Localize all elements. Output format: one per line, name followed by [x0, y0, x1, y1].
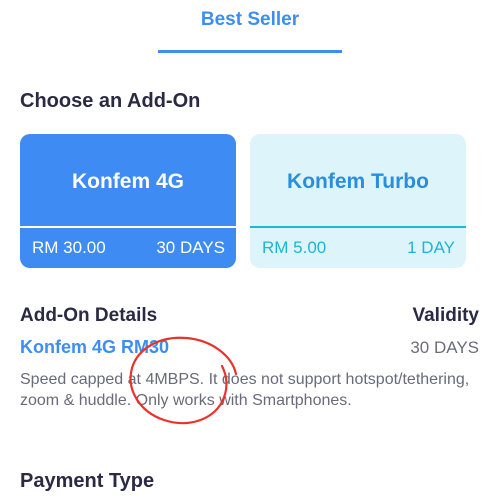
tab-active-indicator	[158, 50, 342, 53]
addon-card-days: 1 DAY	[407, 238, 455, 257]
card-divider	[250, 226, 466, 228]
addon-card-name: Konfem 4G	[71, 170, 184, 193]
addon-card-konfem-4g[interactable]: Konfem 4G RM 30.00 30 DAYS	[20, 134, 236, 268]
validity-value: 30 DAYS	[410, 338, 479, 357]
addon-card-days: 30 DAYS	[156, 238, 225, 257]
payment-type-title: Payment Type	[20, 470, 155, 492]
addon-card-price: RM 5.00	[262, 238, 327, 257]
addon-details-name: Konfem 4G RM30	[20, 337, 170, 357]
tab-label: Best Seller	[200, 9, 300, 30]
tab-best-seller[interactable]: Best Seller	[158, 0, 342, 54]
addon-card-price: RM 30.00	[32, 238, 106, 257]
addon-description: Speed capped at 4MBPS. It does not suppo…	[20, 371, 470, 409]
addon-card-name: Konfem Turbo	[287, 170, 429, 193]
validity-heading: Validity	[412, 305, 479, 326]
choose-addon-title: Choose an Add-On	[20, 90, 201, 112]
addon-details-heading: Add-On Details	[20, 305, 158, 326]
card-divider	[20, 226, 236, 228]
addon-card-konfem-turbo[interactable]: Konfem Turbo RM 5.00 1 DAY	[250, 134, 466, 268]
